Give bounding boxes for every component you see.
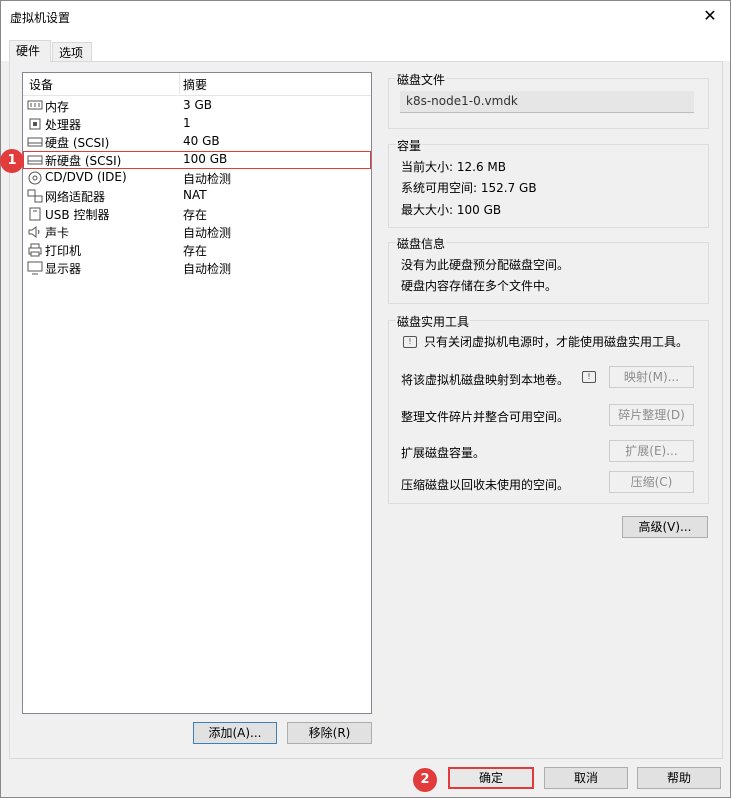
device-name: 新硬盘 (SCSI) <box>45 154 122 168</box>
device-name: USB 控制器 <box>45 208 110 222</box>
step-marker-2: 2 <box>413 768 437 792</box>
device-list[interactable]: 设备 摘要 内存 3 GB 处理器 1 硬盘 (SCSI) 40 GB 新硬盘 … <box>22 72 372 714</box>
help-button[interactable]: 帮助 <box>637 767 721 789</box>
list-item-new-hard-disk[interactable]: 新硬盘 (SCSI) 100 GB <box>23 151 371 169</box>
list-item-usb-controller[interactable]: USB 控制器 存在 <box>23 205 371 223</box>
printer-icon <box>27 242 43 258</box>
device-summary: 自动检测 <box>183 172 232 186</box>
disk-info-line1: 没有为此硬盘预分配磁盘空间。 <box>401 258 570 272</box>
defrag-text: 整理文件碎片并整合可用空间。 <box>401 410 570 424</box>
hard-disk-icon <box>27 152 43 168</box>
title-bar: 虚拟机设置 ✕ <box>1 1 730 33</box>
network-adapter-icon <box>27 188 43 204</box>
info-icon: ! <box>403 336 417 348</box>
available-space-text: 系统可用空间: 152.7 GB <box>401 181 537 195</box>
column-header-device[interactable]: 设备 <box>29 76 53 93</box>
usb-icon <box>27 206 43 222</box>
device-summary: NAT <box>183 188 207 202</box>
device-name: 打印机 <box>45 244 82 258</box>
sound-card-icon <box>27 224 43 240</box>
display-icon <box>27 260 43 276</box>
column-header-summary[interactable]: 摘要 <box>183 76 207 93</box>
disk-file-label: 磁盘文件 <box>396 71 447 88</box>
list-item-processor[interactable]: 处理器 1 <box>23 115 371 133</box>
disk-utilities-label: 磁盘实用工具 <box>396 313 471 330</box>
device-summary: 自动检测 <box>183 262 232 276</box>
list-item-sound-card[interactable]: 声卡 自动检测 <box>23 223 371 241</box>
map-text: 将该虚拟机磁盘映射到本地卷。 <box>401 373 570 387</box>
cd-dvd-icon <box>27 170 43 186</box>
device-summary: 存在 <box>183 244 208 258</box>
disk-info-line2: 硬盘内容存储在多个文件中。 <box>401 279 558 293</box>
cancel-button[interactable]: 取消 <box>544 767 628 789</box>
disk-info-label: 磁盘信息 <box>396 235 447 252</box>
memory-icon <box>27 98 43 114</box>
device-name: 内存 <box>45 100 70 114</box>
device-name: 硬盘 (SCSI) <box>45 136 110 150</box>
window-title: 虚拟机设置 <box>10 11 71 25</box>
expand-button[interactable]: 扩展(E)... <box>609 440 694 462</box>
close-icon[interactable]: ✕ <box>690 1 730 31</box>
list-item-network-adapter[interactable]: 网络适配器 NAT <box>23 187 371 205</box>
device-name: CD/DVD (IDE) <box>45 170 127 184</box>
tab-strip <box>1 33 730 61</box>
compact-text: 压缩磁盘以回收未使用的空间。 <box>401 478 570 492</box>
device-name: 处理器 <box>45 118 82 132</box>
step-marker-1: 1 <box>0 149 24 173</box>
list-item-memory[interactable]: 内存 3 GB <box>23 97 371 115</box>
tab-hardware[interactable]: 硬件 <box>9 40 51 62</box>
map-button[interactable]: 映射(M)... <box>609 366 694 388</box>
device-name: 声卡 <box>45 226 70 240</box>
list-header: 设备 摘要 <box>23 73 371 96</box>
compact-button[interactable]: 压缩(C) <box>609 471 694 493</box>
list-item-display[interactable]: 显示器 自动检测 <box>23 259 371 277</box>
disk-file-field: k8s-node1-0.vmdk <box>400 91 694 113</box>
expand-text: 扩展磁盘容量。 <box>401 446 486 460</box>
device-summary: 100 GB <box>183 152 228 166</box>
device-name: 网络适配器 <box>45 190 106 204</box>
max-size-text: 最大大小: 100 GB <box>401 203 502 217</box>
info-icon: ! <box>582 371 596 383</box>
advanced-button[interactable]: 高级(V)... <box>622 516 708 538</box>
list-item-printer[interactable]: 打印机 存在 <box>23 241 371 259</box>
remove-button[interactable]: 移除(R) <box>287 722 372 744</box>
capacity-label: 容量 <box>396 137 423 154</box>
ok-button[interactable]: 确定 <box>448 767 534 789</box>
list-item-cd-dvd[interactable]: CD/DVD (IDE) 自动检测 <box>23 169 371 187</box>
device-summary: 存在 <box>183 208 208 222</box>
hard-disk-icon <box>27 134 43 150</box>
add-button[interactable]: 添加(A)... <box>193 722 277 744</box>
utilities-notice: 只有关闭虚拟机电源时，才能使用磁盘实用工具。 <box>424 335 689 349</box>
device-summary: 1 <box>183 116 191 130</box>
list-item-hard-disk[interactable]: 硬盘 (SCSI) 40 GB <box>23 133 371 151</box>
processor-icon <box>27 116 43 132</box>
current-size-text: 当前大小: 12.6 MB <box>401 160 506 174</box>
tab-options[interactable]: 选项 <box>52 42 92 62</box>
column-divider[interactable] <box>179 73 180 94</box>
device-summary: 自动检测 <box>183 226 232 240</box>
device-summary: 40 GB <box>183 134 220 148</box>
device-summary: 3 GB <box>183 98 212 112</box>
defrag-button[interactable]: 碎片整理(D) <box>609 404 694 426</box>
device-name: 显示器 <box>45 262 82 276</box>
